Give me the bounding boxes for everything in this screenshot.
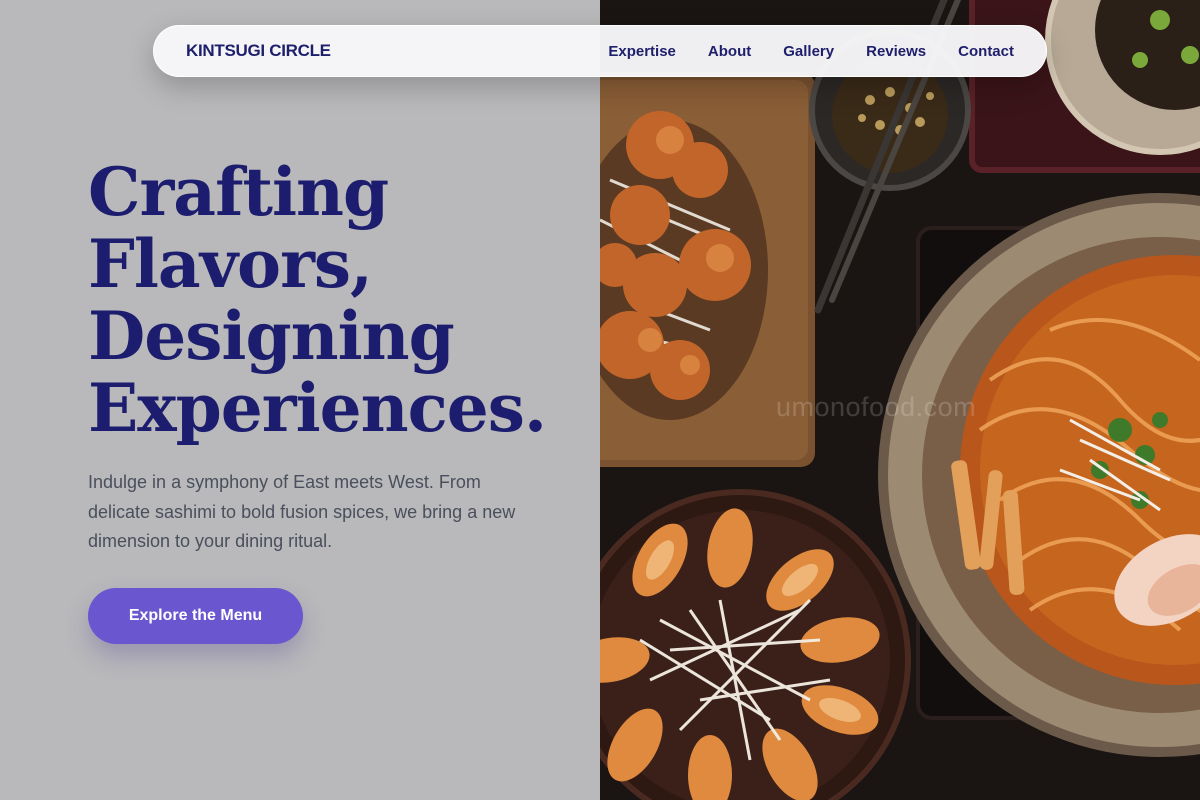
nav-link-expertise[interactable]: Expertise	[608, 43, 676, 60]
navbar: KINTSUGI CIRCLE Expertise About Gallery …	[153, 25, 1047, 77]
nav-link-about[interactable]: About	[708, 43, 751, 60]
hero-description: Indulge in a symphony of East meets West…	[88, 472, 516, 551]
nav-link-contact[interactable]: Contact	[958, 43, 1014, 60]
nav-links: Expertise About Gallery Reviews Contact	[608, 43, 1014, 60]
nav-link-reviews[interactable]: Reviews	[866, 43, 926, 60]
hero-title: Crafting Flavors, Designing Experiences.	[88, 156, 588, 444]
hero-food-photo	[600, 0, 1200, 800]
hero-title-line-2: Flavors,	[88, 225, 373, 303]
nav-link-gallery[interactable]: Gallery	[783, 43, 834, 60]
hero-title-line-4: Experiences.	[88, 369, 547, 447]
food-photo-illustration	[600, 0, 1200, 800]
hero-title-line-1: Crafting	[88, 153, 389, 231]
hero-title-line-3: Designing	[88, 297, 455, 375]
brand-logo[interactable]: KINTSUGI CIRCLE	[186, 41, 331, 61]
explore-menu-button[interactable]: Explore the Menu	[88, 588, 303, 644]
